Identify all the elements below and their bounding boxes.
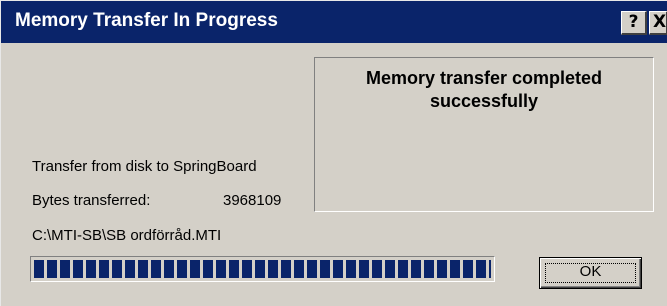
progress-block: [229, 260, 239, 278]
progress-block: [242, 260, 252, 278]
progress-block: [138, 260, 148, 278]
progress-block: [151, 260, 161, 278]
progress-bar: [30, 256, 495, 282]
progress-block: [424, 260, 434, 278]
progress-block: [203, 260, 213, 278]
progress-block: [216, 260, 226, 278]
progress-block: [346, 260, 356, 278]
file-path-label: C:\MTI-SB\SB ordförråd.MTI: [32, 227, 222, 244]
progress-block: [255, 260, 265, 278]
progress-block: [320, 260, 330, 278]
close-button[interactable]: X: [649, 11, 667, 35]
progress-block: [190, 260, 200, 278]
help-button[interactable]: ?: [621, 11, 647, 35]
progress-block: [294, 260, 304, 278]
progress-block: [307, 260, 317, 278]
title-bar[interactable]: Memory Transfer In Progress ? X: [1, 1, 667, 43]
progress-fill: [34, 260, 491, 278]
progress-block: [463, 260, 473, 278]
progress-block: [164, 260, 174, 278]
ok-button-label: OK: [579, 263, 602, 280]
progress-blocks: [34, 260, 491, 278]
dialog-window: Memory Transfer In Progress ? X Memory t…: [0, 0, 667, 306]
progress-block: [47, 260, 57, 278]
progress-block: [385, 260, 395, 278]
progress-block: [333, 260, 343, 278]
progress-block: [60, 260, 70, 278]
progress-block: [86, 260, 96, 278]
progress-block: [411, 260, 421, 278]
progress-block: [112, 260, 122, 278]
progress-block: [372, 260, 382, 278]
progress-block: [34, 260, 44, 278]
progress-block: [73, 260, 83, 278]
progress-block: [177, 260, 187, 278]
progress-block: [99, 260, 109, 278]
ok-button[interactable]: OK: [539, 257, 642, 289]
progress-block: [489, 260, 491, 278]
bytes-transferred-label: Bytes transferred:: [32, 192, 151, 209]
progress-block: [437, 260, 447, 278]
progress-block: [281, 260, 291, 278]
transfer-direction-label: Transfer from disk to SpringBoard: [32, 158, 257, 175]
status-message: Memory transfer completed successfully: [365, 68, 603, 111]
status-panel: Memory transfer completed successfully: [314, 57, 654, 212]
progress-block: [359, 260, 369, 278]
window-title: Memory Transfer In Progress: [15, 10, 278, 31]
progress-block: [125, 260, 135, 278]
progress-block: [476, 260, 486, 278]
progress-block: [268, 260, 278, 278]
progress-block: [450, 260, 460, 278]
progress-block: [398, 260, 408, 278]
bytes-transferred-value: 3968109: [223, 192, 282, 209]
